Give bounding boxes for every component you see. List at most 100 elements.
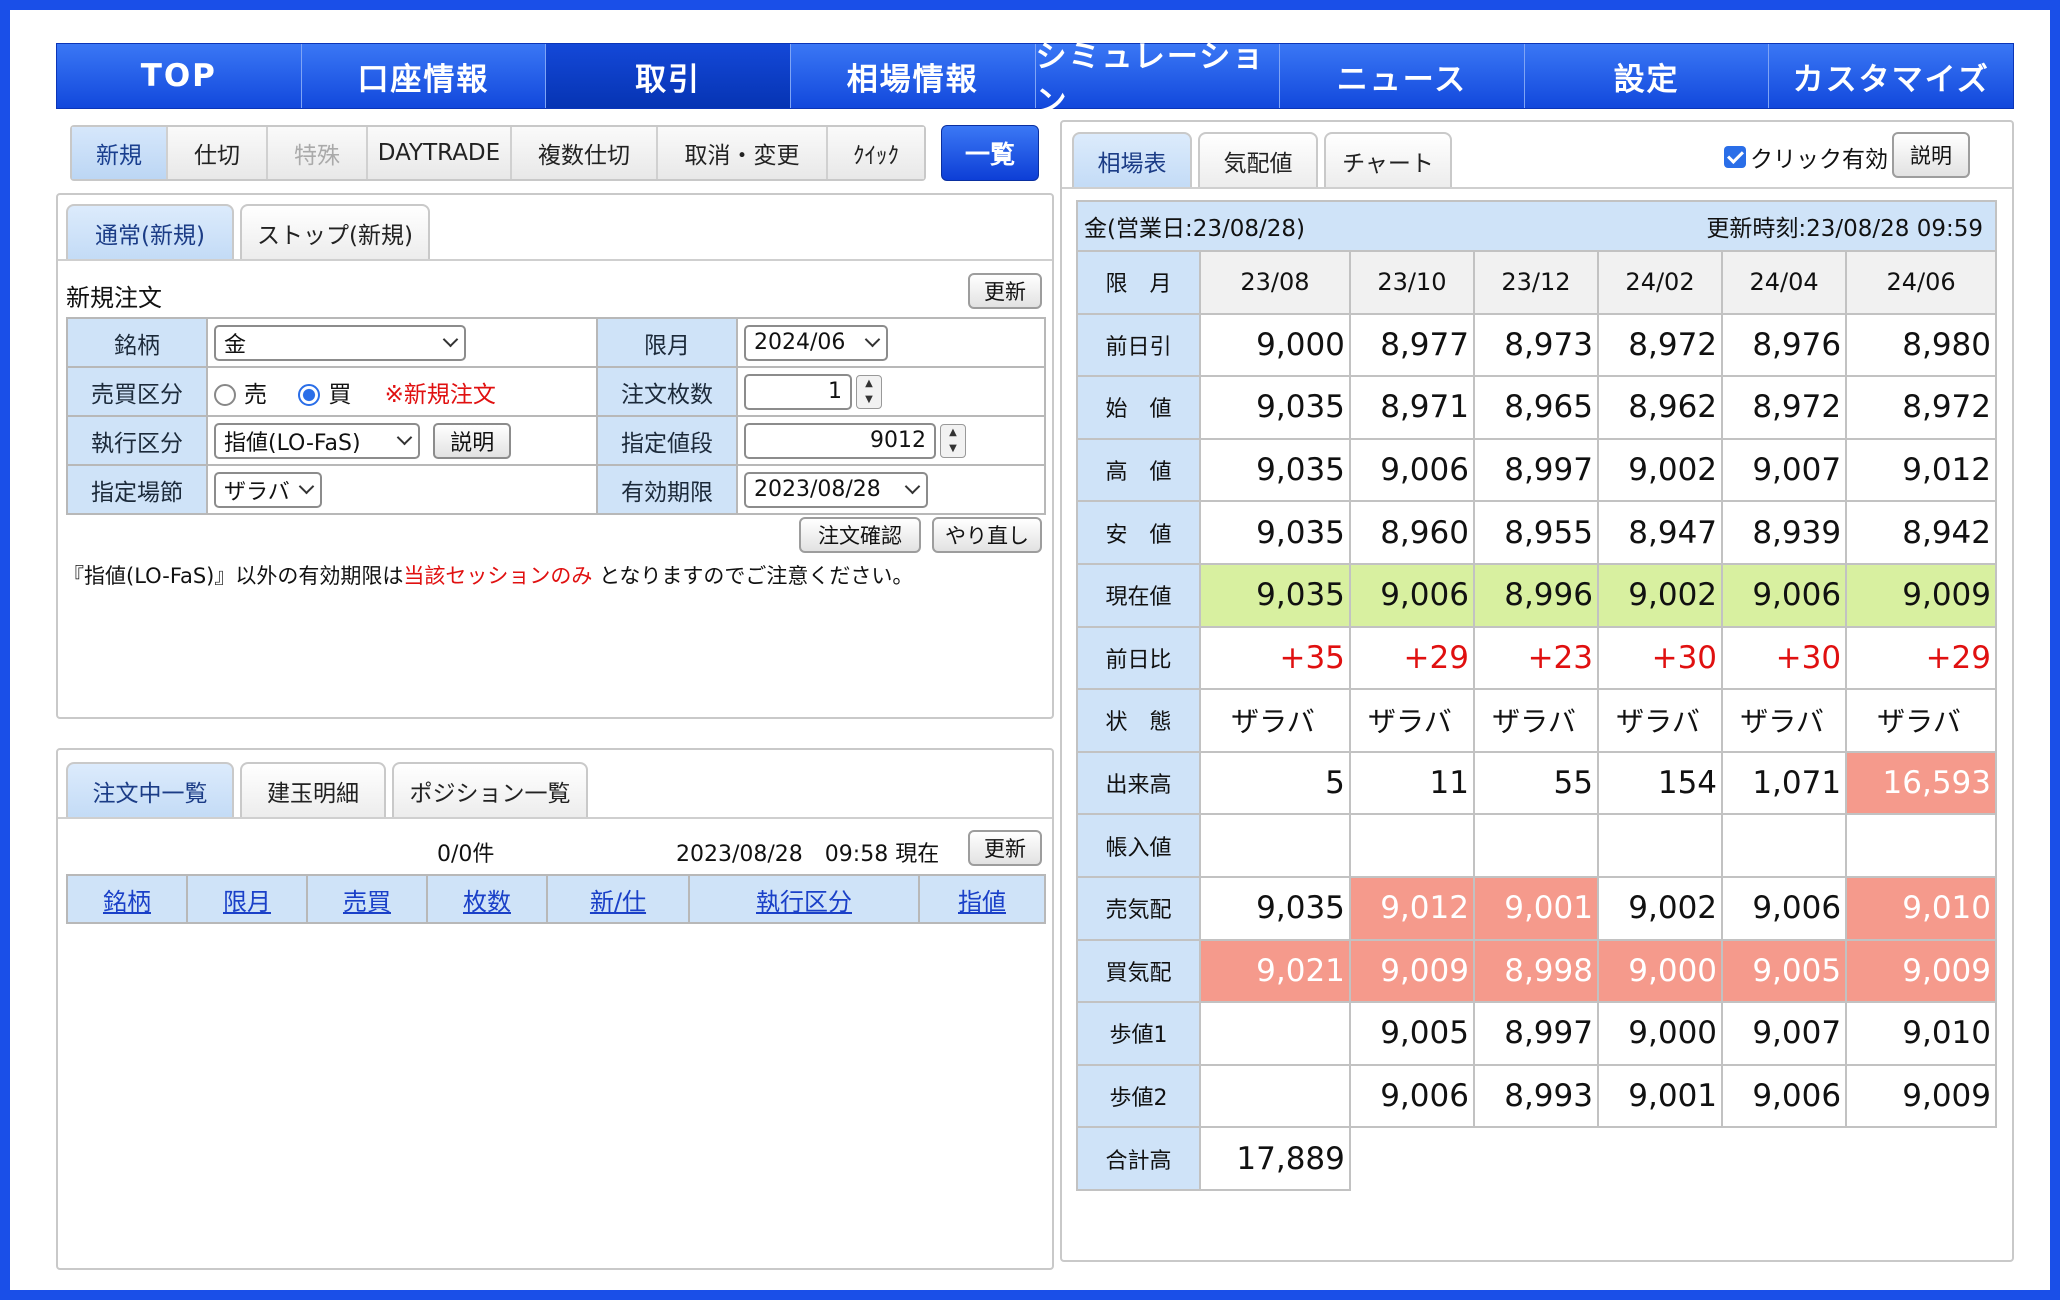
- stepper-down-icon[interactable]: ▼: [857, 392, 881, 408]
- quote-cell[interactable]: 9,035: [1199, 875, 1351, 941]
- click-enable-checkbox[interactable]: [1724, 146, 1746, 168]
- tab-positions-detail[interactable]: 建玉明細: [240, 762, 386, 818]
- quote-cell[interactable]: 8,939: [1721, 500, 1848, 565]
- quote-cell[interactable]: 8,997: [1472, 1001, 1599, 1066]
- subtab-daytrade[interactable]: DAYTRADE: [368, 127, 512, 179]
- col-new-close[interactable]: 新/仕: [546, 874, 690, 924]
- quote-cell[interactable]: 8,962: [1596, 375, 1724, 440]
- quote-cell[interactable]: +35: [1199, 625, 1351, 691]
- nav-trade[interactable]: 取引: [546, 44, 791, 108]
- subtab-cancel-modify[interactable]: 取消・変更: [658, 127, 828, 179]
- execution-type-select[interactable]: 指値(LO-FaS): [214, 422, 420, 459]
- quote-cell[interactable]: [1472, 813, 1599, 878]
- stepper-up-icon[interactable]: ▲: [857, 376, 881, 392]
- quote-cell[interactable]: 9,006: [1721, 875, 1848, 941]
- quote-cell[interactable]: 9,001: [1596, 1063, 1724, 1129]
- market-help-button[interactable]: 説明: [1892, 132, 1970, 178]
- quote-cell[interactable]: 8,993: [1472, 1063, 1599, 1129]
- quote-cell[interactable]: 8,955: [1472, 500, 1599, 565]
- quote-cell[interactable]: 1,071: [1721, 750, 1848, 816]
- nav-market-info[interactable]: 相場情報: [790, 44, 1036, 108]
- nav-news[interactable]: ニュース: [1280, 44, 1525, 108]
- col-execution-type[interactable]: 執行区分: [688, 874, 920, 924]
- quote-cell[interactable]: 8,972: [1845, 375, 1997, 440]
- quote-cell[interactable]: ザラバ: [1348, 688, 1475, 753]
- quote-cell[interactable]: 9,005: [1721, 938, 1848, 1004]
- quote-cell[interactable]: 8,998: [1472, 938, 1599, 1004]
- quote-cell[interactable]: 9,002: [1596, 437, 1724, 503]
- quote-cell[interactable]: 9,009: [1845, 938, 1997, 1004]
- tab-position-list[interactable]: ポジション一覧: [392, 762, 588, 818]
- quote-cell[interactable]: 154: [1596, 750, 1724, 816]
- quote-cell[interactable]: 9,005: [1348, 1001, 1475, 1066]
- tab-normal-new[interactable]: 通常(新規): [66, 204, 234, 260]
- nav-top[interactable]: TOP: [57, 44, 302, 108]
- quote-cell[interactable]: 9,006: [1348, 562, 1475, 628]
- col-quantity[interactable]: 枚数: [426, 874, 548, 924]
- subtab-multi-close[interactable]: 複数仕切: [512, 127, 658, 179]
- quote-cell[interactable]: +30: [1721, 625, 1848, 691]
- quote-cell[interactable]: 8,976: [1721, 312, 1848, 378]
- tab-chart[interactable]: チャート: [1324, 132, 1452, 188]
- limit-price-input[interactable]: 9012: [744, 422, 936, 459]
- sell-radio[interactable]: [214, 384, 236, 406]
- quote-cell[interactable]: 9,009: [1845, 562, 1997, 628]
- quote-cell[interactable]: [1199, 1001, 1351, 1066]
- quote-cell[interactable]: ザラバ: [1596, 688, 1724, 753]
- list-refresh-button[interactable]: 更新: [968, 830, 1042, 866]
- quote-cell[interactable]: 9,009: [1845, 1063, 1997, 1129]
- quote-cell[interactable]: 9,012: [1845, 437, 1997, 503]
- quote-cell[interactable]: 9,000: [1199, 312, 1351, 378]
- symbol-select[interactable]: 金: [214, 324, 466, 361]
- quote-cell[interactable]: [1845, 813, 1997, 878]
- quote-cell[interactable]: 8,977: [1348, 312, 1475, 378]
- quote-cell[interactable]: 9,002: [1596, 875, 1724, 941]
- quote-cell[interactable]: 8,971: [1348, 375, 1475, 440]
- quote-cell[interactable]: [1199, 1063, 1351, 1129]
- quote-cell[interactable]: [1348, 813, 1475, 878]
- quote-cell[interactable]: 11: [1348, 750, 1475, 816]
- quote-cell[interactable]: 9,006: [1348, 437, 1475, 503]
- quote-cell[interactable]: +30: [1596, 625, 1724, 691]
- quote-cell[interactable]: 9,035: [1199, 500, 1351, 565]
- click-enable-toggle[interactable]: クリック有効: [1724, 140, 1888, 174]
- quote-cell[interactable]: 8,997: [1472, 437, 1599, 503]
- quote-cell[interactable]: ザラバ: [1472, 688, 1599, 753]
- stepper-up-icon[interactable]: ▲: [941, 425, 965, 441]
- quote-cell[interactable]: +29: [1845, 625, 1997, 691]
- quote-cell[interactable]: 8,942: [1845, 500, 1997, 565]
- quote-cell[interactable]: 16,593: [1845, 750, 1997, 816]
- execution-help-button[interactable]: 説明: [433, 422, 512, 459]
- quote-cell[interactable]: 9,010: [1845, 1001, 1997, 1066]
- quote-cell[interactable]: 9,001: [1472, 875, 1599, 941]
- quote-cell[interactable]: 9,035: [1199, 437, 1351, 503]
- quote-cell[interactable]: 9,007: [1721, 437, 1848, 503]
- quote-cell[interactable]: 9,007: [1721, 1001, 1848, 1066]
- quote-cell[interactable]: +29: [1348, 625, 1475, 691]
- quote-cell[interactable]: 8,960: [1348, 500, 1475, 565]
- quote-cell[interactable]: 9,006: [1348, 1063, 1475, 1129]
- subtab-close[interactable]: 仕切: [168, 127, 268, 179]
- quote-cell[interactable]: 9,010: [1845, 875, 1997, 941]
- tab-stop-new[interactable]: ストップ(新規): [240, 204, 430, 260]
- quote-cell[interactable]: [1199, 813, 1351, 878]
- nav-customize[interactable]: カスタマイズ: [1769, 44, 2013, 108]
- quote-cell[interactable]: ザラバ: [1721, 688, 1848, 753]
- quantity-input[interactable]: 1: [744, 373, 852, 410]
- nav-simulation[interactable]: シミュレーション: [1035, 39, 1281, 120]
- session-select[interactable]: ザラバ: [214, 471, 322, 508]
- col-side[interactable]: 売買: [306, 874, 428, 924]
- quote-cell[interactable]: +23: [1472, 625, 1599, 691]
- quote-cell[interactable]: 8,965: [1472, 375, 1599, 440]
- quote-cell[interactable]: 9,035: [1199, 562, 1351, 628]
- expiry-select[interactable]: 2023/08/28: [744, 471, 928, 508]
- stepper-down-icon[interactable]: ▼: [941, 441, 965, 457]
- form-refresh-button[interactable]: 更新: [968, 273, 1042, 309]
- col-contract-month[interactable]: 限月: [186, 874, 308, 924]
- order-confirm-button[interactable]: 注文確認: [799, 517, 921, 553]
- subtab-new[interactable]: 新規: [72, 127, 168, 179]
- quote-cell[interactable]: ザラバ: [1199, 688, 1351, 753]
- quote-cell[interactable]: 8,972: [1721, 375, 1848, 440]
- reset-button[interactable]: やり直し: [932, 517, 1042, 553]
- quote-cell[interactable]: 9,002: [1596, 562, 1724, 628]
